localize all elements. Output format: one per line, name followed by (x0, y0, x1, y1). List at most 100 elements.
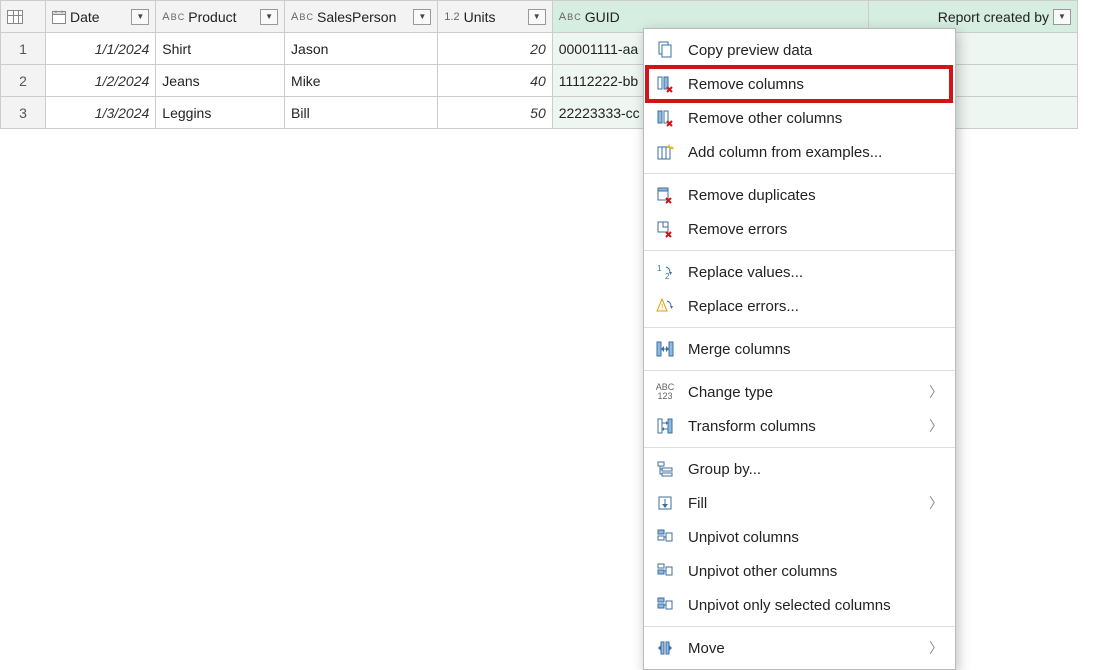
menu-label: Unpivot other columns (688, 563, 943, 580)
cell-product[interactable]: Jeans (156, 65, 285, 97)
remove-errors-icon (654, 218, 676, 240)
unpivot-selected-icon (654, 594, 676, 616)
menu-merge-columns[interactable]: Merge columns (644, 332, 955, 366)
menu-remove-errors[interactable]: Remove errors (644, 212, 955, 246)
submenu-arrow-icon: 〉 (929, 638, 943, 658)
menu-label: Change type (688, 384, 917, 401)
change-type-icon: ABC123 (654, 381, 676, 403)
row-number: 3 (1, 97, 46, 129)
submenu-arrow-icon: 〉 (929, 416, 943, 436)
menu-copy-preview-data[interactable]: Copy preview data (644, 33, 955, 67)
menu-label: Replace values... (688, 264, 943, 281)
menu-label: Remove errors (688, 221, 943, 238)
table-icon (7, 10, 23, 24)
submenu-arrow-icon: 〉 (929, 382, 943, 402)
menu-unpivot-selected-columns[interactable]: Unpivot only selected columns (644, 588, 955, 622)
menu-separator (644, 250, 955, 251)
column-header-units[interactable]: 1.2 Units ▼ (438, 1, 552, 33)
text-type-icon: ABC (291, 11, 313, 23)
menu-unpivot-other-columns[interactable]: Unpivot other columns (644, 554, 955, 588)
menu-label: Remove columns (688, 76, 943, 93)
cell-salesperson[interactable]: Bill (285, 97, 438, 129)
cell-salesperson[interactable]: Mike (285, 65, 438, 97)
menu-add-column-from-examples[interactable]: Add column from examples... (644, 135, 955, 169)
menu-separator (644, 327, 955, 328)
menu-replace-values[interactable]: 12 Replace values... (644, 255, 955, 289)
cell-date[interactable]: 1/1/2024 (45, 33, 155, 65)
menu-fill[interactable]: Fill 〉 (644, 486, 955, 520)
cell-units[interactable]: 50 (438, 97, 552, 129)
filter-dropdown-button[interactable]: ▼ (528, 9, 546, 25)
move-icon (654, 637, 676, 659)
text-type-icon: ABC (162, 11, 184, 23)
menu-separator (644, 370, 955, 371)
filter-dropdown-button[interactable]: ▼ (413, 9, 431, 25)
column-header-date[interactable]: Date ▼ (45, 1, 155, 33)
svg-text:1: 1 (657, 264, 662, 273)
cell-units[interactable]: 40 (438, 65, 552, 97)
replace-values-icon: 12 (654, 261, 676, 283)
remove-columns-icon (654, 73, 676, 95)
cell-date[interactable]: 1/2/2024 (45, 65, 155, 97)
column-header-product[interactable]: ABC Product ▼ (156, 1, 285, 33)
column-label: Units (464, 9, 524, 25)
column-label: Report created by (875, 9, 1049, 25)
index-column-header[interactable] (1, 1, 46, 33)
menu-label: Replace errors... (688, 298, 943, 315)
column-label: Date (70, 9, 127, 25)
filter-dropdown-button[interactable]: ▼ (131, 9, 149, 25)
cell-salesperson[interactable]: Jason (285, 33, 438, 65)
menu-label: Remove other columns (688, 110, 943, 127)
menu-separator (644, 173, 955, 174)
cell-units[interactable]: 20 (438, 33, 552, 65)
calendar-icon (52, 10, 66, 24)
menu-replace-errors[interactable]: ! Replace errors... (644, 289, 955, 323)
unpivot-icon (654, 526, 676, 548)
fill-icon (654, 492, 676, 514)
menu-separator (644, 447, 955, 448)
menu-transform-columns[interactable]: Transform columns 〉 (644, 409, 955, 443)
column-label: GUID (585, 9, 841, 25)
filter-dropdown-button[interactable]: ▼ (260, 9, 278, 25)
column-label: SalesPerson (317, 9, 409, 25)
cell-product[interactable]: Shirt (156, 33, 285, 65)
group-by-icon (654, 458, 676, 480)
add-column-examples-icon (654, 141, 676, 163)
menu-label: Fill (688, 495, 917, 512)
column-label: Product (188, 9, 256, 25)
submenu-arrow-icon: 〉 (929, 493, 943, 513)
menu-label: Move (688, 640, 917, 657)
replace-errors-icon: ! (654, 295, 676, 317)
column-header-salesperson[interactable]: ABC SalesPerson ▼ (285, 1, 438, 33)
menu-unpivot-columns[interactable]: Unpivot columns (644, 520, 955, 554)
remove-duplicates-icon (654, 184, 676, 206)
unpivot-other-icon (654, 560, 676, 582)
svg-text:!: ! (661, 303, 663, 312)
menu-move[interactable]: Move 〉 (644, 631, 955, 665)
text-type-icon: ABC (559, 11, 581, 23)
column-context-menu: Copy preview data Remove columns Remove … (643, 28, 956, 670)
menu-label: Merge columns (688, 341, 943, 358)
menu-remove-duplicates[interactable]: Remove duplicates (644, 178, 955, 212)
menu-label: Remove duplicates (688, 187, 943, 204)
remove-other-columns-icon (654, 107, 676, 129)
menu-label: Unpivot columns (688, 529, 943, 546)
menu-label: Unpivot only selected columns (688, 597, 943, 614)
svg-text:2: 2 (665, 272, 670, 281)
menu-label: Transform columns (688, 418, 917, 435)
menu-label: Copy preview data (688, 42, 943, 59)
row-number: 2 (1, 65, 46, 97)
row-number: 1 (1, 33, 46, 65)
cell-date[interactable]: 1/3/2024 (45, 97, 155, 129)
menu-change-type[interactable]: ABC123 Change type 〉 (644, 375, 955, 409)
menu-label: Add column from examples... (688, 144, 943, 161)
filter-dropdown-button[interactable]: ▼ (1053, 9, 1071, 25)
menu-separator (644, 626, 955, 627)
menu-remove-columns[interactable]: Remove columns (644, 67, 955, 101)
cell-product[interactable]: Leggins (156, 97, 285, 129)
copy-icon (654, 39, 676, 61)
menu-remove-other-columns[interactable]: Remove other columns (644, 101, 955, 135)
menu-group-by[interactable]: Group by... (644, 452, 955, 486)
number-type-icon: 1.2 (444, 11, 459, 23)
transform-columns-icon (654, 415, 676, 437)
